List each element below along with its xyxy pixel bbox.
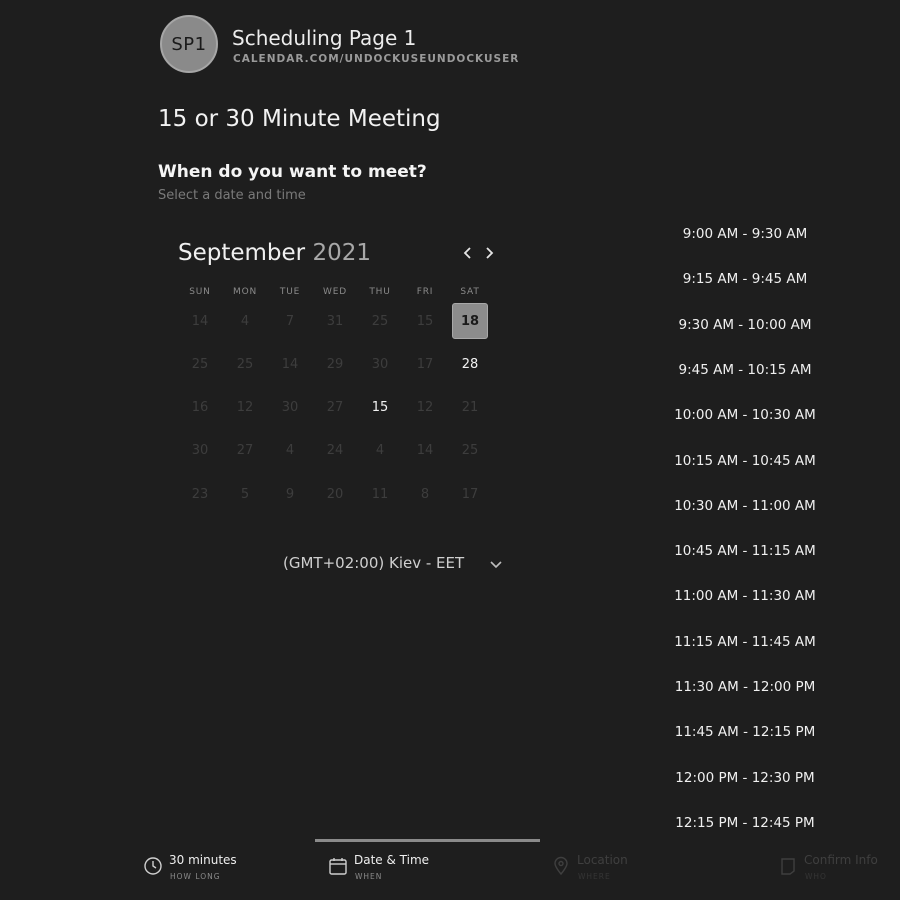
scheduling-page: SP1 Scheduling Page 1 CALENDAR.COM/UNDOC… xyxy=(0,0,900,900)
calendar-day: 23 xyxy=(191,486,209,502)
avatar: SP1 xyxy=(160,15,218,73)
time-slot-button[interactable]: 10:30 AM - 11:00 AM xyxy=(660,493,830,519)
calendar-day: 16 xyxy=(191,400,209,416)
calendar-day: 21 xyxy=(461,400,479,416)
step-confirm-info-sub: WHO xyxy=(805,872,827,881)
time-slot-button[interactable]: 12:00 PM - 12:30 PM xyxy=(660,765,830,791)
time-slot-button[interactable]: 9:30 AM - 10:00 AM xyxy=(660,312,830,338)
calendar-day: 11 xyxy=(371,486,389,502)
timezone-select[interactable]: (GMT+02:00) Kiev - EET xyxy=(283,554,464,572)
active-step-indicator xyxy=(315,839,540,842)
scheduling-page-url: CALENDAR.COM/UNDOCKUSEUNDOCKUSER xyxy=(233,53,520,65)
weekday-header: SUN MON TUE WED THU FRI SAT xyxy=(178,287,493,301)
calendar-year: 2021 xyxy=(312,240,371,266)
step-date-time-label: Date & Time xyxy=(354,853,430,867)
calendar-day: 31 xyxy=(326,313,344,329)
weekday-label: WED xyxy=(323,287,347,297)
weekday-label: THU xyxy=(369,287,391,297)
weekday-label: MON xyxy=(233,287,257,297)
chevron-left-icon xyxy=(463,247,471,259)
time-slot-button[interactable]: 10:45 AM - 11:15 AM xyxy=(660,538,830,564)
time-slot-button[interactable]: 9:45 AM - 10:15 AM xyxy=(660,357,830,383)
weekday-label: SAT xyxy=(460,287,480,297)
calendar-day: 4 xyxy=(375,443,385,459)
time-slot-button[interactable]: 10:00 AM - 10:30 AM xyxy=(660,402,830,428)
calendar-day: 27 xyxy=(326,400,344,416)
calendar-day: 5 xyxy=(240,486,250,502)
next-month-button[interactable] xyxy=(479,242,499,264)
calendar-day: 25 xyxy=(461,443,479,459)
calendar-day: 4 xyxy=(240,313,250,329)
selected-day[interactable]: 18 xyxy=(452,303,488,339)
map-pin-icon xyxy=(554,856,568,876)
calendar-day: 7 xyxy=(285,313,295,329)
step-location-sub: WHERE xyxy=(578,872,611,881)
step-date-time-sub: WHEN xyxy=(355,872,383,881)
chevron-right-icon xyxy=(486,247,494,259)
step-location-label: Location xyxy=(577,853,628,867)
time-slot-button[interactable]: 9:15 AM - 9:45 AM xyxy=(660,266,830,292)
meeting-question: When do you want to meet? xyxy=(158,162,427,182)
calendar-day: 25 xyxy=(236,356,254,372)
calendar-day: 30 xyxy=(371,356,389,372)
chevron-down-icon[interactable] xyxy=(488,556,504,572)
calendar-day: 25 xyxy=(191,356,209,372)
time-slot-button[interactable]: 11:30 AM - 12:00 PM xyxy=(660,674,830,700)
weekday-label: TUE xyxy=(279,287,301,297)
scheduling-page-name: Scheduling Page 1 xyxy=(232,26,417,50)
calendar-day: 12 xyxy=(416,400,434,416)
calendar-day: 20 xyxy=(326,486,344,502)
calendar-day: 12 xyxy=(236,400,254,416)
calendar-day: 24 xyxy=(326,443,344,459)
calendar-day: 30 xyxy=(191,443,209,459)
previous-month-button[interactable] xyxy=(458,242,478,264)
calendar-day: 17 xyxy=(416,356,434,372)
time-slot-button[interactable]: 11:15 AM - 11:45 AM xyxy=(660,629,830,655)
time-slot-button[interactable]: 12:15 PM - 12:45 PM xyxy=(660,810,830,836)
weekday-label: SUN xyxy=(189,287,211,297)
weekday-label: FRI xyxy=(416,287,434,297)
clock-icon xyxy=(144,857,162,875)
calendar-day: 15 xyxy=(416,313,434,329)
time-slot-button[interactable]: 11:00 AM - 11:30 AM xyxy=(660,583,830,609)
user-card-icon xyxy=(781,858,795,875)
calendar-day: 14 xyxy=(191,313,209,329)
avatar-initials: SP1 xyxy=(171,33,207,55)
calendar-day[interactable]: 15 xyxy=(362,390,398,426)
calendar-day: 25 xyxy=(371,313,389,329)
calendar-icon xyxy=(329,858,347,875)
calendar-day: 30 xyxy=(281,400,299,416)
calendar-day[interactable]: 28 xyxy=(452,346,488,382)
calendar-day: 29 xyxy=(326,356,344,372)
calendar-day: 14 xyxy=(416,443,434,459)
calendar-day: 4 xyxy=(285,443,295,459)
time-slot-button[interactable]: 10:15 AM - 10:45 AM xyxy=(660,448,830,474)
calendar-month: September xyxy=(178,240,306,266)
step-duration-label: 30 minutes xyxy=(169,853,237,867)
time-slot-button[interactable]: 11:45 AM - 12:15 PM xyxy=(660,719,830,745)
calendar-day: 27 xyxy=(236,443,254,459)
step-confirm-info-label: Confirm Info xyxy=(804,853,878,867)
step-duration-sub: HOW LONG xyxy=(170,872,221,881)
meeting-subtitle: Select a date and time xyxy=(158,188,306,203)
calendar-month-label: September 2021 xyxy=(178,240,371,266)
meeting-title: 15 or 30 Minute Meeting xyxy=(158,106,441,132)
calendar-day: 17 xyxy=(461,486,479,502)
calendar-day: 14 xyxy=(281,356,299,372)
time-slot-button[interactable]: 9:00 AM - 9:30 AM xyxy=(660,221,830,247)
calendar-day: 9 xyxy=(285,486,295,502)
calendar-day: 8 xyxy=(420,486,430,502)
